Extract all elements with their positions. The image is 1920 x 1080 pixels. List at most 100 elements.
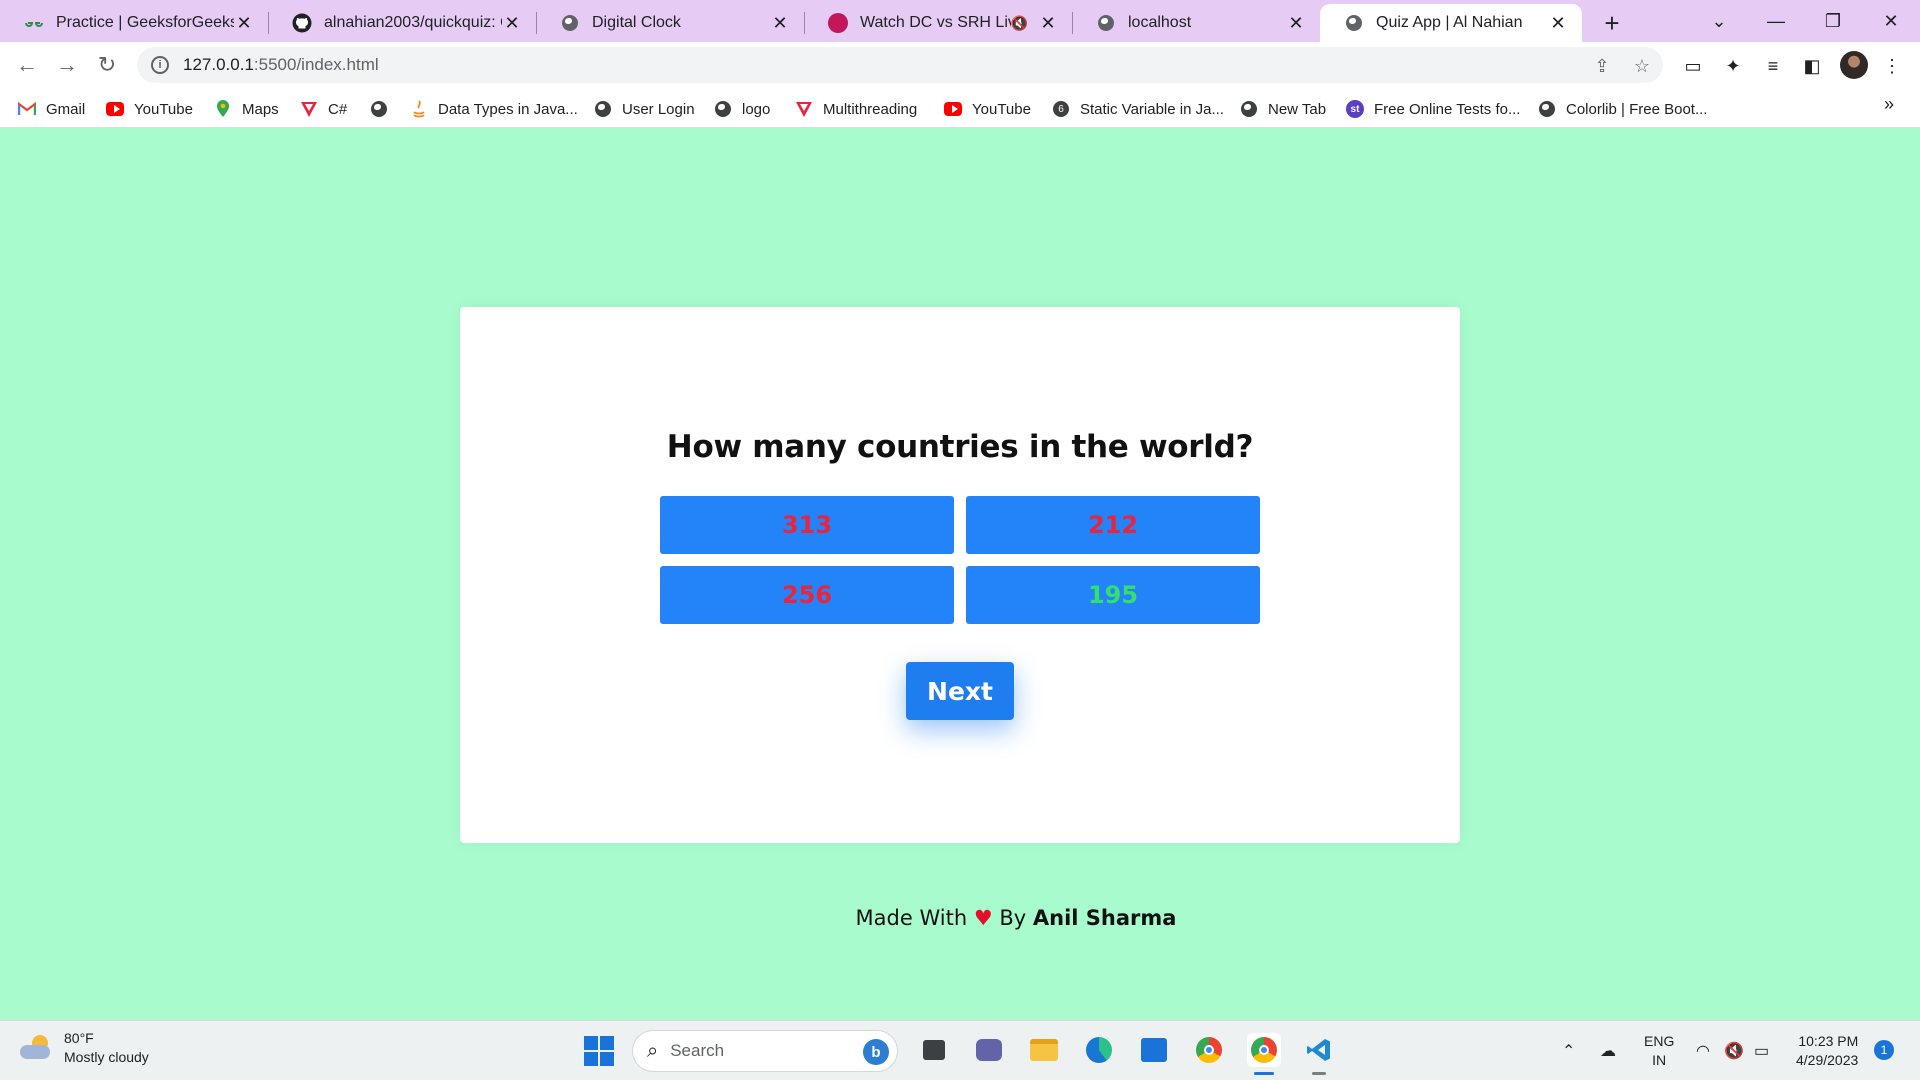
tab-localhost[interactable]: localhost ✕: [1072, 4, 1320, 42]
region-code: IN: [1652, 1052, 1667, 1068]
bookmark-label: Gmail: [46, 100, 86, 118]
avatar[interactable]: [1840, 51, 1868, 79]
mute-icon[interactable]: 🔇: [1011, 15, 1028, 32]
bookmark-label: Static Variable in Ja...: [1080, 100, 1224, 118]
close-tab-icon[interactable]: ✕: [234, 13, 254, 33]
bookmark-data-types-java[interactable]: Data Types in Java...: [410, 98, 578, 120]
new-tab-icon[interactable]: +: [1597, 8, 1627, 38]
url-text: 127.0.0.1:5500/index.html: [183, 55, 379, 74]
extensions-icon[interactable]: ✦: [1721, 54, 1745, 78]
tab-github[interactable]: alnahian2003/quickquiz: Qu ✕: [268, 4, 536, 42]
bookmark-new-tab[interactable]: New Tab: [1240, 98, 1326, 120]
menu-kebab-icon[interactable]: ⋮: [1880, 54, 1904, 78]
address-bar[interactable]: i 127.0.0.1:5500/index.html ⇪ ☆: [137, 47, 1663, 83]
microsoft-store-icon[interactable]: [1137, 1033, 1171, 1067]
bookmark-label: YouTube: [972, 100, 1031, 118]
task-view-icon[interactable]: [917, 1033, 951, 1067]
battery-icon[interactable]: ▭: [1754, 1041, 1769, 1061]
bookmark-label: Multithreading: [823, 100, 918, 118]
tab-quiz-app[interactable]: Quiz App | Al Nahian ✕: [1320, 4, 1582, 42]
quiz-card: How many countries in the world? 313 212…: [460, 307, 1460, 843]
chrome-profile-icon[interactable]: [1247, 1033, 1281, 1075]
close-tab-icon[interactable]: ✕: [502, 13, 522, 33]
next-button[interactable]: Next: [906, 662, 1014, 720]
bookmark-star-icon[interactable]: ☆: [1631, 55, 1653, 77]
bookmark-youtube-2[interactable]: YouTube: [944, 98, 1031, 120]
notification-badge[interactable]: 1: [1874, 1040, 1894, 1060]
quiz-question: How many countries in the world?: [666, 429, 1254, 465]
clock-date: 4/29/2023: [1796, 1052, 1859, 1068]
browser-toolbar: ← → ↻ i 127.0.0.1:5500/index.html ⇪ ☆ ▭ …: [0, 42, 1920, 88]
file-explorer-icon[interactable]: [1027, 1033, 1061, 1067]
teams-chat-icon[interactable]: [972, 1033, 1006, 1067]
chrome-icon[interactable]: [1192, 1033, 1226, 1067]
side-panel-icon[interactable]: ◧: [1800, 54, 1824, 78]
answer-button[interactable]: 195: [966, 566, 1260, 624]
language-indicator[interactable]: ENG IN: [1644, 1032, 1674, 1070]
minimize-icon[interactable]: —: [1761, 6, 1791, 36]
bookmark-free-online-tests[interactable]: st Free Online Tests fo...: [1346, 98, 1520, 120]
footer-by: By: [999, 906, 1027, 930]
wifi-icon[interactable]: ◠: [1696, 1041, 1710, 1061]
tab-title: alnahian2003/quickquiz: Qu: [324, 14, 502, 31]
bookmark-multithreading[interactable]: Multithreading: [795, 98, 917, 120]
tutorial-icon: [300, 100, 318, 118]
reload-icon[interactable]: ↻: [92, 50, 122, 80]
vscode-icon[interactable]: [1302, 1033, 1336, 1075]
bookmark-youtube[interactable]: YouTube: [106, 98, 193, 120]
weather-widget[interactable]: 80°F Mostly cloudy: [20, 1029, 149, 1067]
bookmark-colorlib[interactable]: Colorlib | Free Boot...: [1538, 98, 1707, 120]
onedrive-icon[interactable]: ☁: [1600, 1041, 1616, 1061]
geeksforgeeks-icon: [24, 13, 44, 33]
restore-icon[interactable]: ❐: [1818, 6, 1848, 36]
bookmark-globe[interactable]: [370, 98, 398, 120]
gmail-icon: [18, 100, 36, 118]
answer-button[interactable]: 313: [660, 496, 954, 554]
show-hidden-icons-icon[interactable]: ⌃: [1562, 1041, 1575, 1061]
volume-muted-icon[interactable]: 🔇: [1724, 1041, 1744, 1061]
bookmark-label: C#: [328, 100, 348, 118]
bookmarks-overflow-icon[interactable]: »: [1884, 94, 1894, 115]
globe-icon: [560, 13, 580, 33]
tab-title: Watch DC vs SRH Live I: [860, 14, 1011, 31]
taskbar: 80°F Mostly cloudy ⌕ Search b ⌃ ☁ ENG IN…: [0, 1020, 1920, 1080]
taskbar-search[interactable]: ⌕ Search b: [632, 1030, 898, 1072]
close-tab-icon[interactable]: ✕: [770, 13, 790, 33]
site-info-icon[interactable]: i: [151, 56, 169, 74]
github-icon: [292, 13, 312, 33]
answer-button[interactable]: 212: [966, 496, 1260, 554]
st-icon: st: [1346, 100, 1364, 118]
edge-icon[interactable]: [1082, 1033, 1116, 1067]
tab-hotstar[interactable]: Watch DC vs SRH Live I 🔇 ✕: [804, 4, 1072, 42]
partly-cloudy-icon: [20, 1035, 52, 1061]
forward-icon[interactable]: →: [52, 50, 82, 80]
bookmark-label: User Login: [622, 100, 695, 118]
site-icon: 6: [1052, 100, 1070, 118]
close-tab-icon[interactable]: ✕: [1038, 13, 1058, 33]
bookmark-user-login[interactable]: User Login: [594, 98, 695, 120]
bing-icon[interactable]: b: [863, 1039, 889, 1065]
bookmark-csharp[interactable]: C#: [300, 98, 347, 120]
system-clock[interactable]: 10:23 PM 4/29/2023: [1796, 1032, 1858, 1070]
tab-search-icon[interactable]: ⌄: [1704, 6, 1734, 36]
bookmark-logo[interactable]: logo: [714, 98, 770, 120]
close-tab-icon[interactable]: ✕: [1548, 13, 1568, 33]
tab-geeksforgeeks[interactable]: Practice | GeeksforGeeks | A ✕: [0, 4, 268, 42]
tab-digital-clock[interactable]: Digital Clock ✕: [536, 4, 804, 42]
tab-title: Digital Clock: [592, 14, 681, 31]
bookmark-label: Colorlib | Free Boot...: [1566, 100, 1708, 118]
bookmark-gmail[interactable]: Gmail: [18, 98, 85, 120]
globe-icon: [370, 100, 388, 118]
youtube-icon: [944, 100, 962, 118]
close-window-icon[interactable]: ✕: [1876, 6, 1906, 36]
answer-button[interactable]: 256: [660, 566, 954, 624]
back-icon[interactable]: ←: [12, 50, 42, 80]
close-tab-icon[interactable]: ✕: [1286, 13, 1306, 33]
cast-icon[interactable]: ▭: [1681, 54, 1705, 78]
bookmark-maps[interactable]: Maps: [214, 98, 279, 120]
share-icon[interactable]: ⇪: [1591, 55, 1613, 77]
media-control-icon[interactable]: ≡: [1761, 54, 1785, 78]
footer-prefix: Made With: [855, 906, 968, 930]
windows-start-icon[interactable]: [584, 1036, 614, 1066]
bookmark-static-variable[interactable]: 6 Static Variable in Ja...: [1052, 98, 1224, 120]
